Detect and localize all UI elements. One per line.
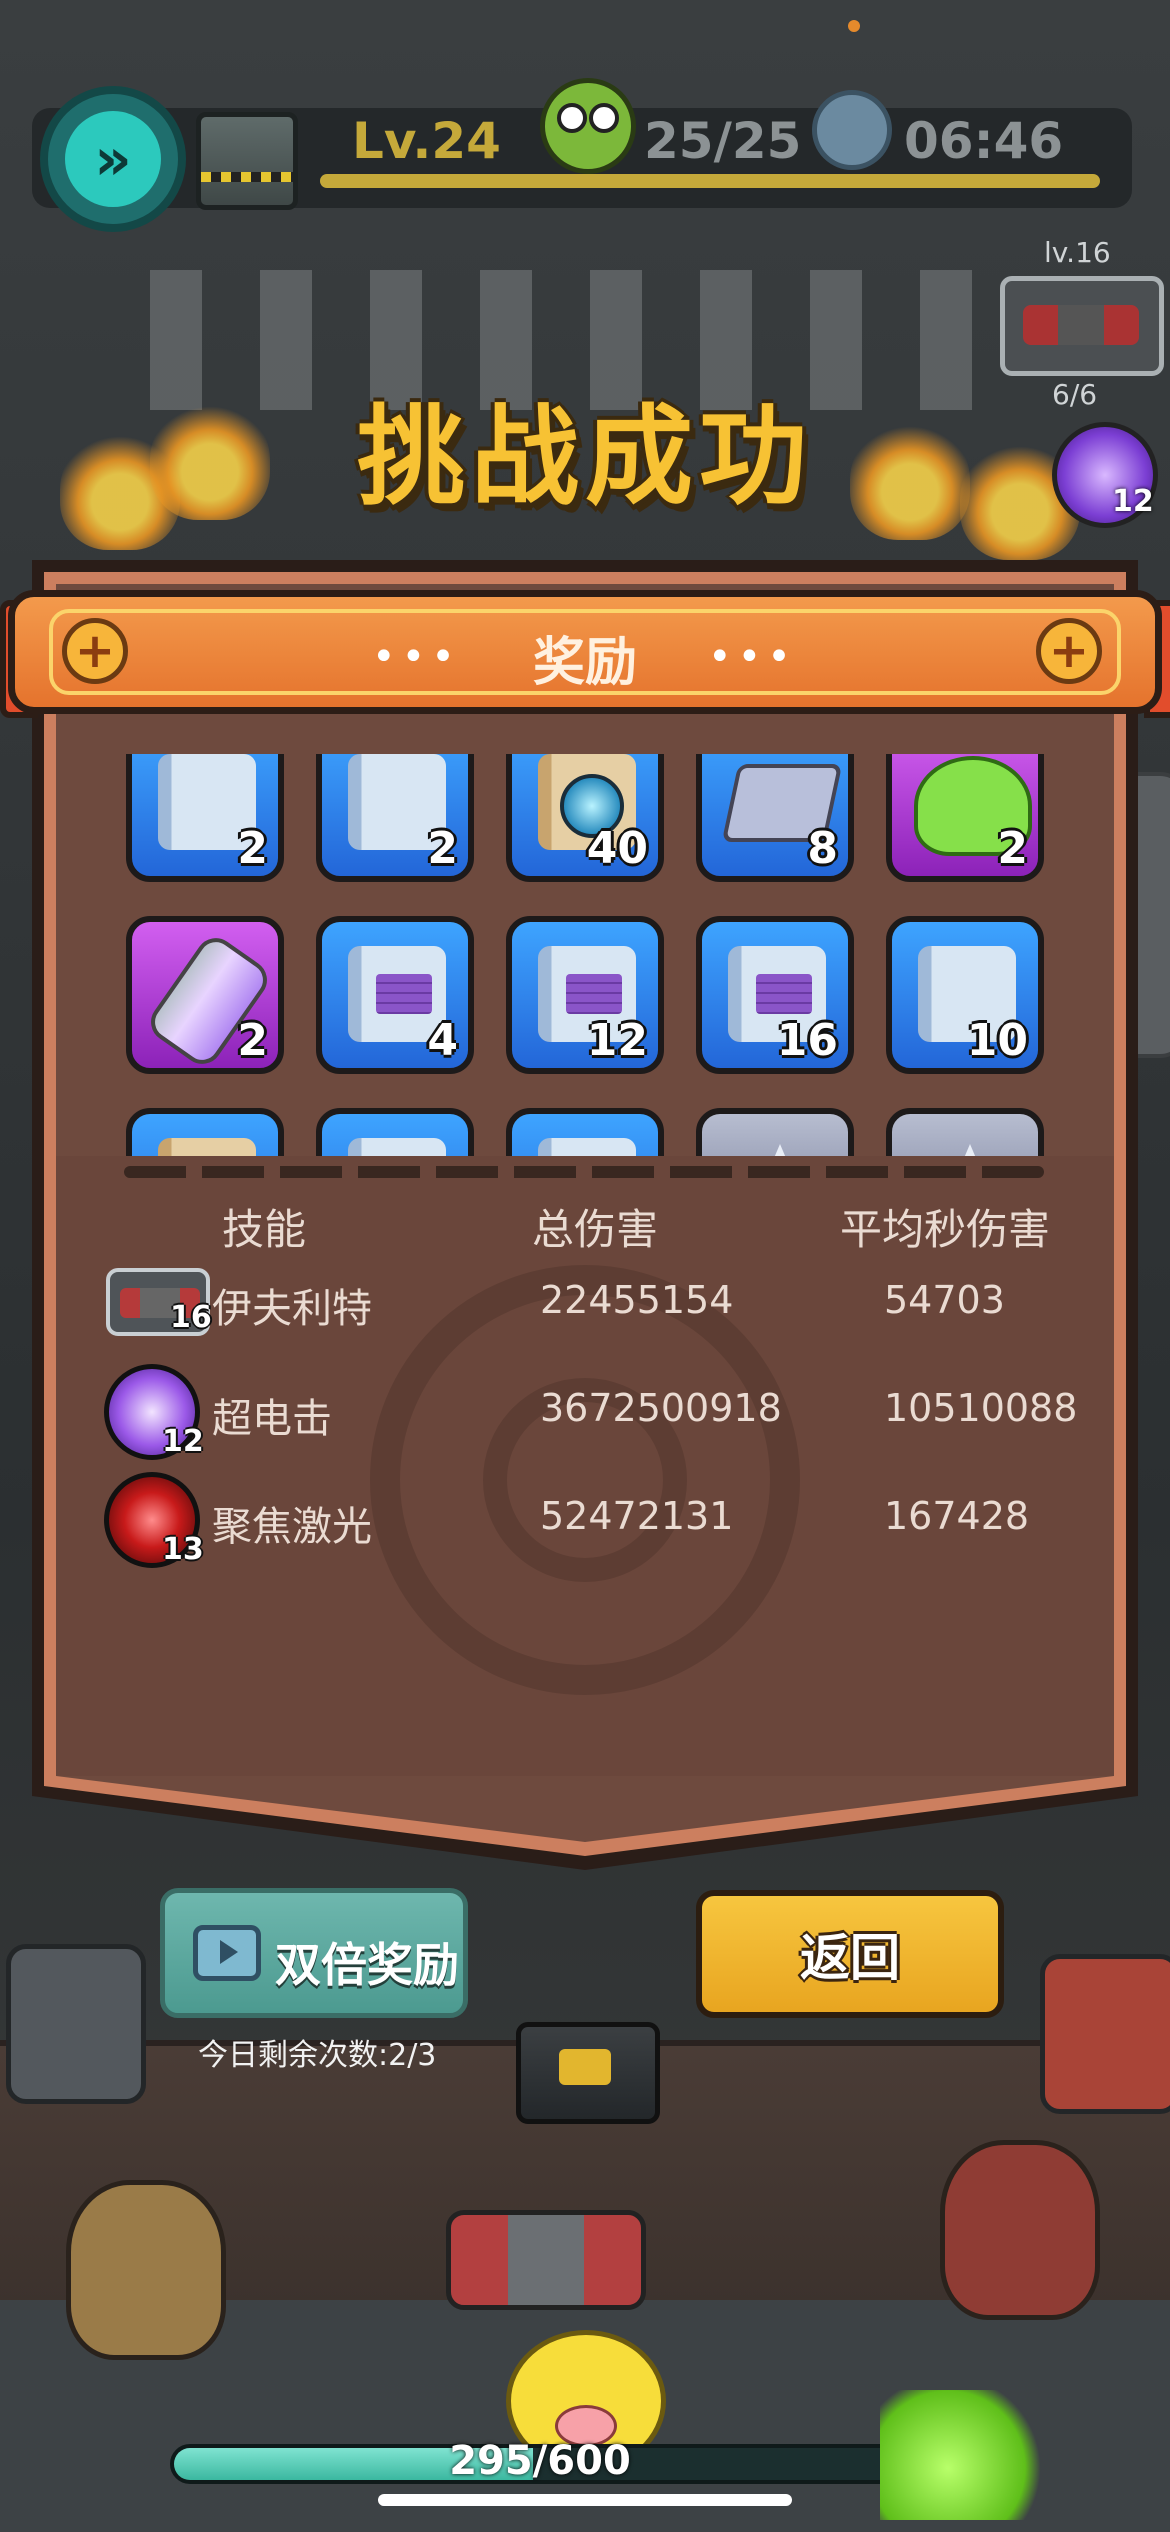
left-turret (6, 1944, 146, 2104)
spike-icon (746, 1144, 814, 1156)
gem-pile-icon (880, 2390, 1050, 2520)
reward-item[interactable]: 12 (506, 916, 664, 1074)
hero-right (940, 2140, 1100, 2320)
return-button[interactable]: 返回 (696, 1890, 1004, 2018)
spike-icon (936, 1144, 1004, 1156)
dps-value: 10510088 (884, 1386, 1078, 1430)
reward-quantity: 12 (586, 1015, 648, 1066)
reward-item[interactable] (316, 1108, 474, 1156)
skill-name: 超电击 (212, 1396, 332, 1442)
hero-left (66, 2180, 226, 2360)
double-reward-button[interactable]: 双倍奖励 (160, 1888, 468, 2018)
hp-text: 295/600 (449, 2438, 631, 2484)
skill-name: 聚焦激光 (212, 1504, 372, 1550)
reward-item[interactable]: 2 (316, 754, 474, 882)
scroll-indicator (124, 1166, 1044, 1178)
header-dps: 平均秒伤害 (840, 1205, 1051, 1254)
skill-level: 12 (162, 1424, 204, 1459)
reward-quantity: 8 (807, 823, 838, 874)
reward-item[interactable] (506, 1108, 664, 1156)
reward-quantity: 10 (966, 1015, 1028, 1066)
reward-item[interactable]: 40 (506, 754, 664, 882)
home-indicator[interactable] (378, 2494, 792, 2506)
skill-level: 13 (162, 1532, 204, 1567)
dps-value: 54703 (884, 1278, 1005, 1322)
total-damage: 22455154 (540, 1278, 734, 1322)
reward-item[interactable]: 2 (126, 916, 284, 1074)
total-damage: 52472131 (540, 1494, 734, 1538)
right-turret (1040, 1954, 1170, 2114)
header-total-damage: 总伤害 (532, 1205, 659, 1254)
rewards-grid[interactable]: 2 2 40 8 2 2 4 12 16 10 (54, 754, 1114, 1156)
cannon (446, 2210, 646, 2310)
reward-item[interactable]: 2 (126, 754, 284, 882)
reward-quantity: 16 (776, 1015, 838, 1066)
skill-level: 16 (170, 1300, 212, 1335)
skill-name: 伊夫利特 (212, 1286, 372, 1332)
center-chest (516, 2022, 660, 2124)
reward-item[interactable]: 2 (886, 754, 1044, 882)
reward-quantity: 40 (586, 823, 648, 874)
video-ad-icon (193, 1925, 261, 1981)
reward-quantity: 2 (997, 823, 1028, 874)
reward-item[interactable]: 4 (316, 916, 474, 1074)
reward-item[interactable]: 8 (696, 754, 854, 882)
reward-item[interactable]: 10 (886, 916, 1044, 1074)
scroll-icon (348, 1138, 446, 1156)
scroll-icon (158, 1138, 256, 1156)
reward-quantity: 4 (427, 1015, 458, 1066)
header-skill: 技能 (222, 1205, 307, 1254)
reward-item[interactable] (886, 1108, 1044, 1156)
reward-quantity: 2 (237, 823, 268, 874)
remaining-attempts: 今日剩余次数:2/3 (198, 2038, 437, 2073)
reward-quantity: 2 (237, 1015, 268, 1066)
total-damage: 3672500918 (540, 1386, 782, 1430)
dps-value: 167428 (884, 1494, 1030, 1538)
scroll-icon (538, 1138, 636, 1156)
return-label: 返回 (800, 1929, 900, 1987)
reward-quantity: 2 (427, 823, 458, 874)
reward-item[interactable] (126, 1108, 284, 1156)
reward-item[interactable] (696, 1108, 854, 1156)
double-reward-label: 双倍奖励 (275, 1938, 459, 1992)
reward-item[interactable]: 16 (696, 916, 854, 1074)
rewards-title: 奖励 (532, 633, 637, 693)
